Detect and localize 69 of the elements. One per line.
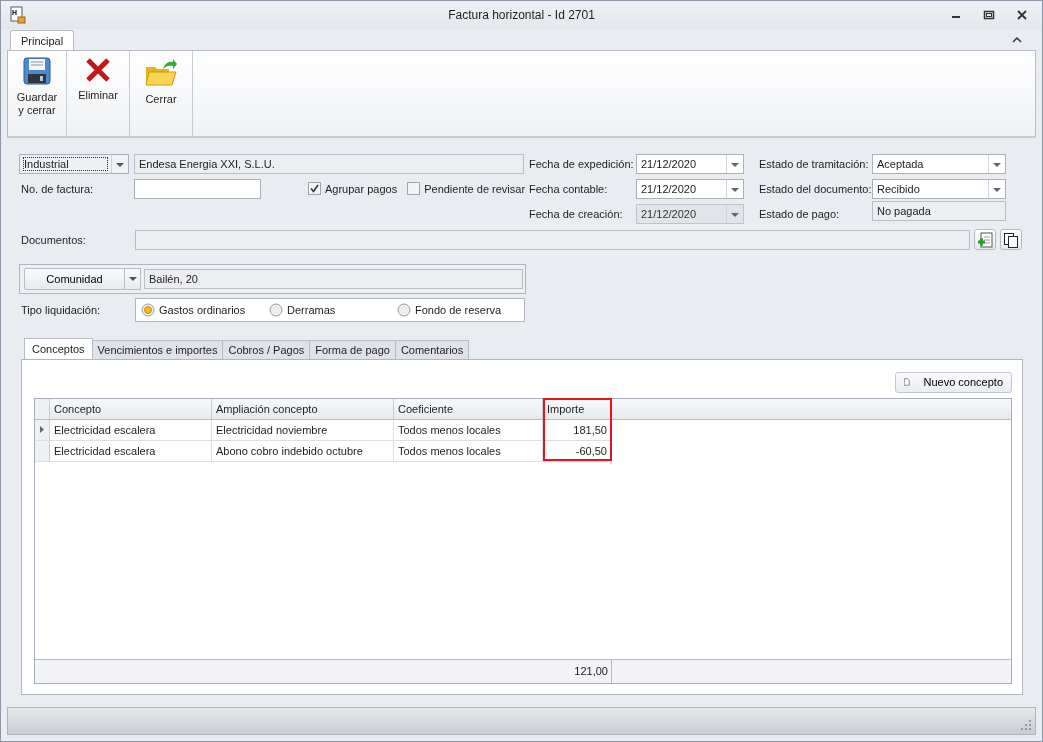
- type-dropdown[interactable]: Industrial: [19, 153, 129, 174]
- date-field[interactable]: 21/12/2020: [636, 178, 744, 199]
- column-header[interactable]: Concepto: [50, 398, 212, 419]
- date-field[interactable]: 21/12/2020: [636, 153, 744, 174]
- settlement-type-label: Tipo liquidación:: [20, 303, 102, 316]
- resize-grip-icon[interactable]: [1021, 720, 1031, 730]
- documents-field[interactable]: [135, 229, 970, 250]
- header-corner: [35, 398, 50, 419]
- delete-button[interactable]: Eliminar: [70, 51, 126, 136]
- dropdown-button[interactable]: [125, 267, 141, 290]
- date-label: Fecha de expedición:: [529, 156, 635, 172]
- radio-label: Fondo de reserva: [415, 303, 502, 316]
- supplier-field[interactable]: Endesa Energia XXI, S.L.U.: [134, 153, 524, 174]
- dropdown-arrow-icon: [128, 276, 137, 281]
- table-cell: Abono cobro indebido octubre: [212, 440, 394, 462]
- status-label: Estado de tramitación:: [759, 156, 870, 172]
- status-label: Estado de pago:: [759, 206, 841, 222]
- close-icon[interactable]: [1016, 10, 1028, 21]
- invoice-number-field[interactable]: [134, 178, 261, 199]
- tab[interactable]: Forma de pago: [309, 339, 396, 359]
- community-field[interactable]: Bailén, 20: [144, 268, 523, 289]
- checkbox[interactable]: [308, 182, 321, 196]
- checkbox[interactable]: [407, 182, 421, 196]
- cross-icon: [85, 57, 111, 84]
- app-icon: [10, 6, 26, 25]
- community-dropdown-button[interactable]: Comunidad: [24, 267, 125, 290]
- date-label: Fecha contable:: [529, 181, 609, 197]
- status-dropdown[interactable]: Aceptada: [872, 153, 1006, 174]
- radio-button[interactable]: [397, 302, 411, 317]
- table-cell: Todos menos locales: [394, 419, 543, 441]
- add-document-button[interactable]: [974, 229, 996, 251]
- table-cell: Electricidad escalera: [50, 419, 212, 441]
- copy-icon: [1003, 231, 1019, 248]
- column-header[interactable]: Coeficiente: [394, 398, 543, 419]
- table-cell: Electricidad noviembre: [212, 419, 394, 441]
- new-concept-button[interactable]: Nuevo concepto: [895, 371, 1012, 393]
- folder-arrow-icon: [145, 57, 177, 88]
- status-label: Estado del documento:: [759, 181, 872, 197]
- restore-icon[interactable]: [983, 10, 995, 21]
- date-label: Fecha de creación:: [529, 206, 624, 222]
- window-title: Factura horizontal - Id 2701: [448, 8, 595, 23]
- tab[interactable]: Comentarios: [394, 339, 470, 359]
- radio-button[interactable]: [141, 302, 155, 317]
- table-cell: -60,50: [543, 440, 612, 462]
- current-row-icon: [40, 426, 44, 434]
- column-header[interactable]: Importe: [543, 398, 612, 419]
- close-button[interactable]: Cerrar: [133, 51, 189, 136]
- invoice-number-label: No. de factura:: [20, 181, 95, 197]
- status-field: No pagada: [872, 200, 1006, 221]
- radio-button[interactable]: [269, 302, 283, 317]
- tab[interactable]: Vencimientos e importes: [91, 339, 224, 359]
- documents-label: Documentos:: [20, 233, 87, 246]
- radio-label: Gastos ordinarios: [159, 303, 246, 316]
- checkbox-label: Agrupar pagos: [325, 182, 398, 195]
- table-cell: Todos menos locales: [394, 440, 543, 462]
- tab[interactable]: Cobros / Pagos: [222, 339, 311, 359]
- radio-label: Derramas: [287, 303, 336, 316]
- table-cell: Electricidad escalera: [50, 440, 212, 462]
- ribbon-tab[interactable]: Principal: [10, 30, 75, 51]
- add-document-icon: [977, 231, 993, 248]
- column-header[interactable]: Ampliación concepto: [212, 398, 394, 419]
- status-dropdown[interactable]: Recibido: [872, 178, 1006, 199]
- tab[interactable]: Conceptos: [24, 337, 93, 359]
- save-button[interactable]: Guardar y cerrar: [11, 51, 63, 136]
- total-amount: 121,00: [574, 665, 608, 678]
- collapse-icon[interactable]: [1012, 36, 1022, 45]
- checkbox-label: Pendiente de revisar: [424, 182, 526, 195]
- copy-button[interactable]: [1000, 229, 1022, 251]
- row-indicator[interactable]: [35, 419, 50, 441]
